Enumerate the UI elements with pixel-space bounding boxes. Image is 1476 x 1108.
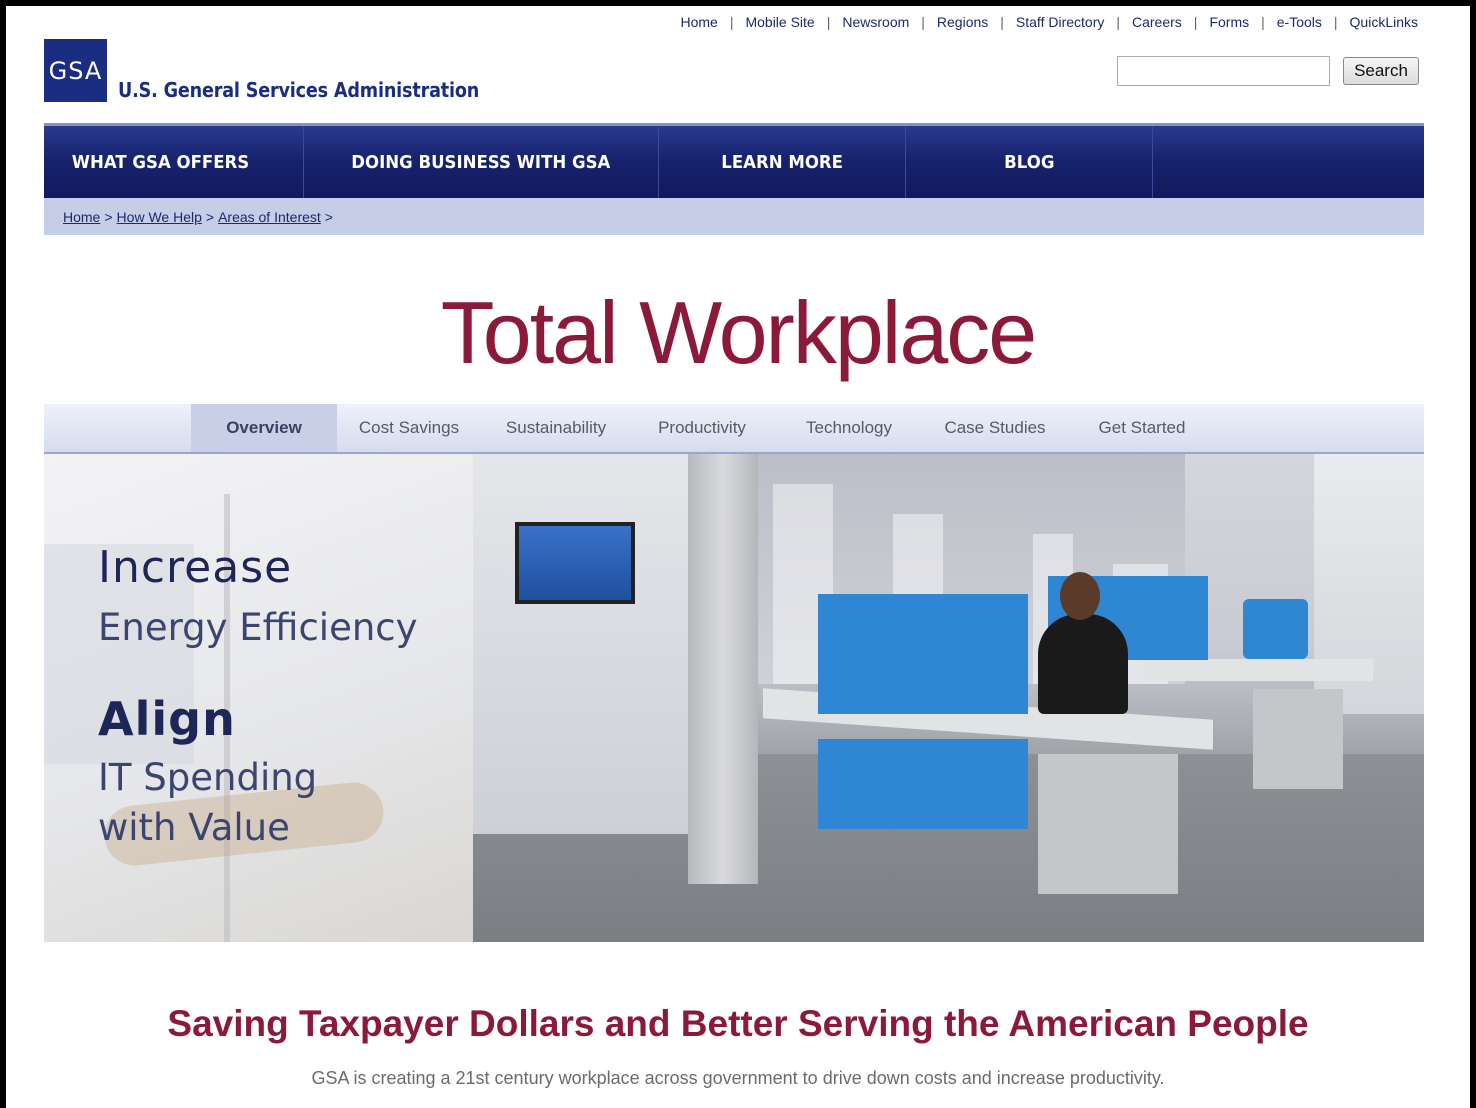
window-frame-left xyxy=(0,0,6,1108)
main-nav: WHAT GSA OFFERS DOING BUSINESS WITH GSA … xyxy=(44,123,1424,198)
breadcrumb-home[interactable]: Home xyxy=(63,209,100,225)
blue-privacy-panel xyxy=(818,594,1028,714)
nav-label: BLOG xyxy=(1003,151,1055,173)
separator: | xyxy=(1333,14,1338,30)
hero-sub-with-value: with Value xyxy=(98,806,290,849)
hero-heading-increase: Increase xyxy=(98,542,293,593)
file-cabinet xyxy=(1253,689,1343,789)
separator: | xyxy=(826,14,831,30)
separator: | xyxy=(1261,14,1265,30)
nav-label: WHAT GSA OFFERS xyxy=(71,151,250,173)
office-photo xyxy=(473,454,1424,942)
person-at-desk xyxy=(1038,614,1128,714)
separator: | xyxy=(1193,14,1198,30)
util-link-careers[interactable]: Careers xyxy=(1132,14,1182,30)
tab-sustainability[interactable]: Sustainability xyxy=(490,404,622,452)
wall-display xyxy=(515,522,635,604)
breadcrumb-how-we-help[interactable]: How We Help xyxy=(117,209,202,225)
tab-overview[interactable]: Overview xyxy=(191,404,337,452)
util-link-regions[interactable]: Regions xyxy=(937,14,988,30)
office-desk xyxy=(1143,659,1373,681)
util-link-newsroom[interactable]: Newsroom xyxy=(842,14,909,30)
separator: | xyxy=(729,14,734,30)
util-link-home[interactable]: Home xyxy=(680,14,717,30)
page-title: Total Workplace xyxy=(440,283,1037,382)
blue-chair xyxy=(1243,599,1308,659)
office-column xyxy=(688,454,758,884)
tab-case-studies[interactable]: Case Studies xyxy=(929,404,1061,452)
breadcrumb-areas-of-interest[interactable]: Areas of Interest xyxy=(218,209,321,225)
window-frame-top xyxy=(0,0,1476,6)
tab-get-started[interactable]: Get Started xyxy=(1082,404,1202,452)
util-link-forms[interactable]: Forms xyxy=(1209,14,1249,30)
section-subtext: GSA is creating a 21st century workplace… xyxy=(311,1068,1165,1088)
blue-privacy-panel xyxy=(818,739,1028,829)
tab-technology[interactable]: Technology xyxy=(788,404,910,452)
nav-blog[interactable]: BLOG xyxy=(906,126,1153,198)
search-input[interactable] xyxy=(1117,56,1330,86)
breadcrumb-separator: > xyxy=(324,208,333,225)
breadcrumb-separator: > xyxy=(205,208,215,225)
breadcrumb: Home > How We Help > Areas of Interest > xyxy=(44,198,1424,235)
hero-banner[interactable]: Increase Energy Efficiency Align IT Spen… xyxy=(44,454,1424,942)
utility-links: Home | Mobile Site | Newsroom | Regions … xyxy=(680,14,1418,30)
glass-room xyxy=(473,454,688,834)
hero-heading-align: Align xyxy=(98,692,236,746)
nav-learn-more[interactable]: LEARN MORE xyxy=(659,126,906,198)
separator: | xyxy=(1000,14,1004,30)
breadcrumb-separator: > xyxy=(104,208,113,225)
gsa-logo[interactable]: GSA xyxy=(44,39,107,102)
hero-sub-it-spending: IT Spending xyxy=(98,756,318,799)
nav-doing-business[interactable]: DOING BUSINESS WITH GSA xyxy=(304,126,659,198)
hero-text-panel: Increase Energy Efficiency Align IT Spen… xyxy=(44,454,474,942)
util-link-e-tools[interactable]: e-Tools xyxy=(1277,14,1322,30)
section-heading: Saving Taxpayer Dollars and Better Servi… xyxy=(167,1003,1309,1044)
agency-name[interactable]: U.S. General Services Administration xyxy=(118,78,479,102)
person-head xyxy=(1060,572,1100,620)
util-link-mobile-site[interactable]: Mobile Site xyxy=(745,14,814,30)
tab-cost-savings[interactable]: Cost Savings xyxy=(344,404,474,452)
hero-sub-energy: Energy Efficiency xyxy=(98,606,418,649)
nav-label: DOING BUSINESS WITH GSA xyxy=(351,151,611,173)
window-frame-right xyxy=(1470,0,1476,1108)
search-button[interactable]: Search xyxy=(1343,57,1419,85)
sub-tab-bar: Overview Cost Savings Sustainability Pro… xyxy=(44,404,1424,454)
file-cabinet xyxy=(1038,754,1178,894)
util-link-quicklinks[interactable]: QuickLinks xyxy=(1350,14,1418,30)
tab-productivity[interactable]: Productivity xyxy=(641,404,763,452)
nav-what-gsa-offers[interactable]: WHAT GSA OFFERS xyxy=(44,126,304,198)
separator: | xyxy=(1116,14,1120,30)
logo-mark: GSA xyxy=(48,56,103,85)
util-link-staff-directory[interactable]: Staff Directory xyxy=(1016,14,1104,30)
nav-label: LEARN MORE xyxy=(721,151,843,173)
separator: | xyxy=(921,14,925,30)
